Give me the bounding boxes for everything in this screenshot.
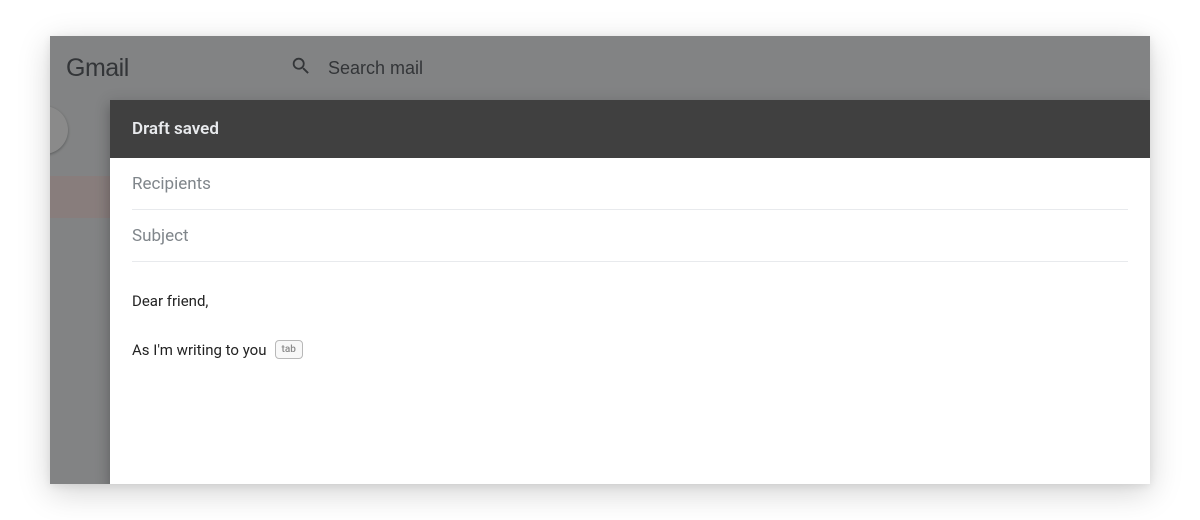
- compose-dialog-header[interactable]: Draft saved: [110, 100, 1150, 158]
- subject-placeholder: Subject: [132, 226, 1128, 246]
- tab-key-hint: tab: [275, 340, 303, 359]
- app-window: Gmail ose l ed: [50, 36, 1150, 484]
- compose-button[interactable]: ose: [50, 106, 68, 154]
- recipients-field-row[interactable]: Recipients: [132, 158, 1128, 210]
- compose-dialog-body: Recipients Subject Dear friend, As I'm w…: [110, 158, 1150, 389]
- search-bar[interactable]: [268, 44, 1150, 92]
- body-text-line: Dear friend,: [132, 290, 1128, 313]
- gmail-header: Gmail: [50, 36, 1150, 100]
- draft-status: Draft saved: [132, 119, 219, 139]
- search-button[interactable]: [278, 45, 324, 91]
- subject-field-row[interactable]: Subject: [132, 210, 1128, 262]
- search-input[interactable]: [328, 58, 1140, 79]
- search-icon: [290, 55, 312, 81]
- compose-dialog: Draft saved Recipients Subject Dear frie…: [110, 100, 1150, 484]
- compose-body-editor[interactable]: Dear friend, As I'm writing to you tab: [132, 262, 1128, 389]
- body-text-line-typing: As I'm writing to you tab: [132, 339, 1128, 362]
- recipients-placeholder: Recipients: [132, 174, 1128, 194]
- body-text: As I'm writing to you: [132, 339, 267, 362]
- gmail-logo: Gmail: [66, 54, 129, 83]
